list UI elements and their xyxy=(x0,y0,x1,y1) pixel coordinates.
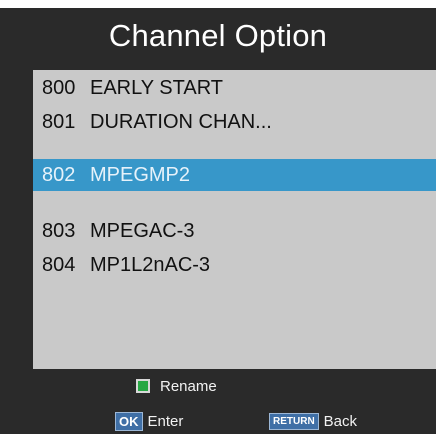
channel-row-802-selected[interactable]: 802 MPEGMP2 xyxy=(33,159,436,191)
channel-number: 800 xyxy=(42,76,76,99)
back-hint[interactable]: RETURN Back xyxy=(269,410,357,432)
rename-hint[interactable]: Rename xyxy=(136,376,217,396)
channel-list: 800 EARLY START 801 DURATION CHAN... 802… xyxy=(33,70,436,369)
return-key-icon: RETURN xyxy=(269,412,319,430)
channel-row-800[interactable]: 800 EARLY START xyxy=(33,72,436,104)
channel-name: MP1L2nAC-3 xyxy=(90,253,211,276)
channel-option-dialog: Channel Option 800 EARLY START 801 DURAT… xyxy=(0,8,436,434)
channel-number: 802 xyxy=(42,163,76,186)
channel-name: EARLY START xyxy=(90,76,224,99)
channel-name: MPEGAC-3 xyxy=(90,219,195,242)
dialog-header: Channel Option xyxy=(0,8,436,63)
channel-name: MPEGMP2 xyxy=(90,163,191,186)
enter-hint[interactable]: OK Enter xyxy=(115,410,183,432)
channel-row-801[interactable]: 801 DURATION CHAN... xyxy=(33,106,436,138)
screen: Channel Option 800 EARLY START 801 DURAT… xyxy=(0,0,447,434)
channel-row-804[interactable]: 804 MP1L2nAC-3 xyxy=(33,249,436,281)
channel-number: 804 xyxy=(42,253,76,276)
channel-name: DURATION CHAN... xyxy=(90,110,272,133)
dialog-title: Channel Option xyxy=(108,17,328,53)
channel-row-803[interactable]: 803 MPEGAC-3 xyxy=(33,215,436,247)
enter-label: Enter xyxy=(147,412,184,430)
green-key-icon xyxy=(136,379,150,393)
channel-number: 801 xyxy=(42,110,76,133)
channel-number: 803 xyxy=(42,219,76,242)
rename-label: Rename xyxy=(160,377,217,395)
ok-key-icon: OK xyxy=(115,411,143,431)
back-label: Back xyxy=(323,412,358,430)
